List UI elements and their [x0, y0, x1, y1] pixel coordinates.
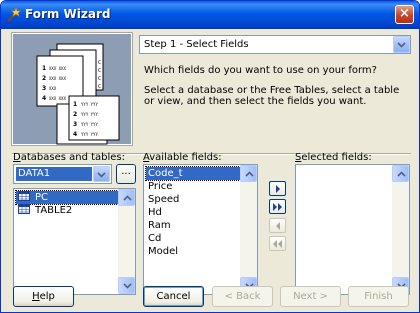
- svg-text:YYY YYY: YYY YYY: [81, 112, 98, 117]
- browse-database-button[interactable]: ...: [116, 164, 136, 184]
- instruction-question: Which fields do you want to use on your …: [144, 65, 377, 76]
- svg-text:YYY YYY: YYY YYY: [81, 102, 98, 107]
- field-item[interactable]: Hd: [146, 206, 240, 219]
- arrow-right-icon: [276, 185, 280, 193]
- window-title: Form Wizard: [25, 7, 111, 21]
- svg-text:C: C: [98, 60, 101, 66]
- svg-text:4: 4: [42, 95, 46, 102]
- database-combobox[interactable]: DATA1: [13, 164, 112, 184]
- selected-fields-list[interactable]: [295, 164, 410, 295]
- field-item[interactable]: Speed: [146, 193, 240, 206]
- step-dropdown[interactable]: Step 1 - Select Fields: [139, 35, 411, 54]
- back-button[interactable]: < Back: [212, 286, 273, 307]
- double-arrow-right-icon: [273, 203, 282, 211]
- arrow-left-icon: [276, 222, 280, 230]
- svg-text:XXX XXX: XXX XXX: [49, 66, 66, 71]
- scroll-up-button[interactable]: [240, 165, 257, 182]
- database-dropdown-button[interactable]: [93, 166, 110, 182]
- svg-text:4: 4: [73, 131, 77, 138]
- wizard-illustration: CCCC 1234 1234 XXX XXX XXX XXX XXX XXX XXX …: [11, 32, 133, 146]
- svg-text:1: 1: [42, 65, 46, 72]
- title-bar: Form Wizard ×: [1, 1, 419, 29]
- add-all-fields-button[interactable]: [269, 199, 286, 214]
- table-icon: [18, 191, 30, 201]
- chevron-down-icon: [123, 283, 132, 289]
- table-item-table2[interactable]: TABLE2: [16, 204, 118, 217]
- chevron-up-icon: [397, 171, 406, 177]
- help-button[interactable]: Help: [13, 286, 74, 307]
- svg-text:YYY YYY: YYY YYY: [81, 132, 98, 137]
- available-fields-label: Available fields:: [143, 152, 222, 163]
- wizard-wand-icon: [7, 7, 21, 22]
- database-combobox-value: DATA1: [16, 167, 92, 181]
- finish-button[interactable]: Finish: [348, 286, 409, 307]
- scroll-up-button[interactable]: [392, 165, 409, 182]
- remove-field-button[interactable]: [269, 218, 286, 233]
- step-dropdown-button[interactable]: [393, 36, 410, 53]
- field-item[interactable]: Model: [146, 245, 240, 258]
- remove-all-fields-button[interactable]: [269, 236, 286, 251]
- chevron-down-icon: [397, 42, 406, 48]
- scroll-up-button[interactable]: [118, 189, 135, 206]
- svg-text:3: 3: [42, 85, 46, 92]
- svg-text:C: C: [98, 68, 101, 74]
- tables-list[interactable]: PC TABLE2: [13, 188, 136, 295]
- add-field-button[interactable]: [269, 181, 286, 196]
- svg-text:YYY YYY: YYY YYY: [81, 122, 98, 127]
- field-item[interactable]: Price: [146, 180, 240, 193]
- selected-fields-label: Selected fields:: [295, 152, 372, 163]
- table-item-pc[interactable]: PC: [15, 190, 119, 205]
- chevron-up-icon: [245, 171, 254, 177]
- form-wizard-window: Form Wizard × CCCC 1234 1234 XXX XXX XXX …: [0, 0, 420, 313]
- svg-text:XXX: XXX: [49, 86, 57, 91]
- svg-text:XXX XXX: XXX XXX: [49, 96, 66, 101]
- chevron-up-icon: [123, 195, 132, 201]
- svg-text:2: 2: [42, 75, 46, 82]
- svg-text:2: 2: [73, 111, 77, 118]
- scroll-down-button[interactable]: [118, 277, 135, 294]
- chevron-down-icon: [97, 172, 106, 178]
- cancel-button[interactable]: Cancel: [143, 286, 204, 307]
- wizard-body: CCCC 1234 1234 XXX XXX XXX XXX XXX XXX XXX …: [4, 29, 416, 311]
- databases-and-tables-label: Databases and tables:: [13, 152, 126, 163]
- svg-text:C: C: [98, 84, 101, 90]
- table-icon: [18, 204, 30, 214]
- double-arrow-left-icon: [273, 240, 282, 248]
- step-dropdown-value: Step 1 - Select Fields: [144, 39, 249, 50]
- svg-text:C: C: [98, 76, 101, 82]
- close-button[interactable]: ×: [395, 5, 414, 24]
- svg-text:XXX XXX: XXX XXX: [49, 76, 66, 81]
- available-fields-scrollbar[interactable]: [240, 165, 257, 294]
- svg-text:1: 1: [73, 101, 77, 108]
- selected-fields-scrollbar[interactable]: [392, 165, 409, 294]
- field-item[interactable]: Ram: [146, 219, 240, 232]
- field-item[interactable]: Cd: [146, 232, 240, 245]
- next-button[interactable]: Next >: [280, 286, 341, 307]
- svg-text:3: 3: [73, 121, 77, 128]
- instruction-detail: Select a database or the Free Tables, se…: [144, 85, 400, 107]
- field-item[interactable]: Code_t: [145, 166, 241, 181]
- available-fields-list[interactable]: Code_t Price Speed Hd Ram Cd Model: [143, 164, 258, 295]
- tables-scrollbar[interactable]: [118, 189, 135, 294]
